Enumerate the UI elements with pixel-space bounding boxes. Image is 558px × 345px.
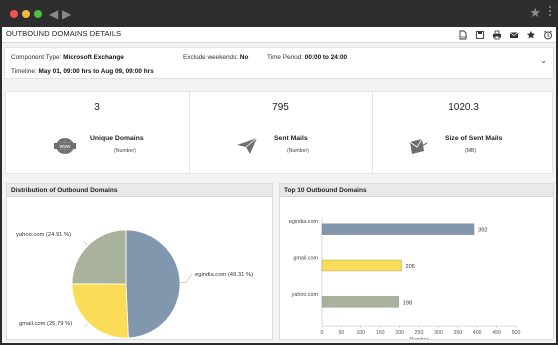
- stat-unit: (Number): [287, 148, 309, 154]
- stat-sent-mails: 795 Sent Mails (Number): [189, 92, 371, 175]
- x-tick-label: 200: [395, 330, 404, 336]
- stat-value: 1020.3: [448, 102, 479, 113]
- pie-chart: egindia.com (49.31 %) gmail.com (25.79 %)…: [16, 229, 253, 339]
- star-icon[interactable]: ★: [529, 5, 541, 21]
- stat-size-sent-mails: 1020.3 Size of Sent Mails (MB): [372, 92, 554, 175]
- chevron-down-icon[interactable]: ⌄: [540, 56, 547, 65]
- pie-slice-yahoo[interactable]: [71, 229, 127, 285]
- category-label: gmail.com: [293, 256, 318, 262]
- header-toolbar: PDF: [457, 29, 554, 40]
- bar-panel: Top 10 Outbound Domains 0 50 100 150 200 250 3…: [279, 183, 554, 340]
- mail-size-icon: [409, 138, 428, 154]
- save-icon[interactable]: [474, 29, 486, 40]
- timeline-value: May 01, 09:00 hrs to Aug 09, 09:00 hrs: [38, 68, 154, 75]
- pie-panel-title: Distribution of Outbound Domains: [7, 184, 272, 197]
- component-type-label: Component Type:: [11, 54, 62, 61]
- x-tick-label: 300: [434, 330, 443, 336]
- stat-unique-domains: 3 www Unique Domains (Number): [6, 92, 188, 175]
- export-pdf-icon[interactable]: PDF: [457, 29, 469, 40]
- x-tick-label: 400: [473, 330, 482, 336]
- time-period-value: 00:00 to 24:00: [304, 54, 348, 61]
- browser-toolbar: ◀ ▶ ★: [0, 0, 558, 27]
- pie-slice-egindia[interactable]: [125, 229, 181, 339]
- www-globe-icon: www: [54, 138, 76, 154]
- exclude-weekends-value: No: [239, 54, 249, 61]
- x-tick-label: 100: [356, 330, 365, 336]
- svg-text:PDF: PDF: [461, 35, 467, 39]
- bookmark-star-icon[interactable]: [525, 29, 537, 40]
- maximize-window-button[interactable]: [34, 10, 42, 18]
- report-page: OUTBOUND DOMAINS DETAILS PDF Component T…: [2, 27, 556, 343]
- timeline-label: Timeline:: [11, 68, 37, 75]
- pie-label-connector: [179, 273, 193, 284]
- stat-label: Unique Domains: [90, 135, 144, 142]
- paper-plane-icon: [237, 137, 258, 154]
- category-label: yahoo.com: [292, 292, 319, 298]
- stat-unit: (MB): [465, 148, 477, 154]
- summary-stats: 3 www Unique Domains (Number) 795 Sent M…: [5, 91, 554, 175]
- stat-label: Sent Mails: [274, 135, 308, 142]
- pie-panel: Distribution of Outbound Domains egindia…: [6, 183, 273, 340]
- time-period-filter: Time Period: 00:00 to 24:00: [267, 54, 347, 61]
- page-title: OUTBOUND DOMAINS DETAILS: [6, 29, 122, 38]
- bar-value-label: 392: [478, 228, 487, 234]
- stat-label: Size of Sent Mails: [445, 135, 503, 142]
- chevron-left-icon[interactable]: ◀: [49, 7, 58, 21]
- bar-panel-title: Top 10 Outbound Domains: [280, 184, 553, 197]
- stat-value: 3: [94, 102, 100, 113]
- print-icon[interactable]: [491, 29, 503, 40]
- pie-slice-gmail[interactable]: [71, 283, 129, 339]
- x-tick-label: 350: [453, 330, 462, 336]
- x-axis-title: Number: [409, 337, 428, 339]
- timeline-filter: Timeline: May 01, 09:00 hrs to Aug 09, 0…: [11, 68, 154, 75]
- report-header: OUTBOUND DOMAINS DETAILS PDF: [2, 27, 556, 43]
- component-type-filter: Component Type: Microsoft Exchange: [11, 54, 124, 61]
- x-tick-label: 250: [415, 330, 424, 336]
- x-tick-label: 150: [376, 330, 385, 336]
- stat-value: 795: [272, 102, 289, 113]
- x-tick-label: 0: [321, 330, 324, 336]
- exclude-weekends-label: Exclude weekends:: [183, 54, 239, 61]
- x-tick-label: 50: [339, 330, 345, 336]
- email-icon[interactable]: [508, 29, 520, 40]
- pie-label-egindia: egindia.com (49.31 %): [195, 272, 253, 278]
- minimize-window-button[interactable]: [22, 10, 30, 18]
- time-period-label: Time Period:: [267, 54, 303, 61]
- bar-chart: 0 50 100 150 200 250 300 350 400 450 500 Number egin…: [289, 217, 521, 339]
- bar-egindia[interactable]: [321, 223, 475, 235]
- stat-unit: (Number): [114, 148, 136, 154]
- bar-yahoo[interactable]: [321, 296, 399, 308]
- component-type-value: Microsoft Exchange: [63, 54, 124, 61]
- pie-label-connector: [84, 322, 89, 328]
- pie-label-connector: [83, 241, 89, 246]
- exclude-weekends-filter: Exclude weekends: No: [183, 54, 248, 61]
- schedule-clock-icon[interactable]: [542, 29, 554, 40]
- pie-label-gmail: gmail.com (25.79 %): [19, 321, 72, 327]
- bar-value-label: 198: [403, 300, 412, 306]
- x-tick-label: 450: [492, 330, 501, 336]
- bar-value-label: 205: [406, 264, 415, 270]
- kebab-menu-icon[interactable]: [548, 4, 552, 18]
- category-label: egindia.com: [289, 219, 319, 225]
- close-window-button[interactable]: [10, 10, 18, 18]
- pie-label-yahoo: yahoo.com (24.91 %): [16, 232, 71, 238]
- browser-window: ◀ ▶ ★ OUTBOUND DOMAINS DETAILS PDF Compo…: [0, 0, 558, 345]
- svg-text:www: www: [60, 144, 71, 150]
- report-filters: Component Type: Microsoft Exchange Exclu…: [4, 47, 554, 79]
- chevron-right-icon[interactable]: ▶: [62, 7, 71, 21]
- x-tick-label: 500: [512, 330, 521, 336]
- bar-gmail[interactable]: [321, 259, 402, 272]
